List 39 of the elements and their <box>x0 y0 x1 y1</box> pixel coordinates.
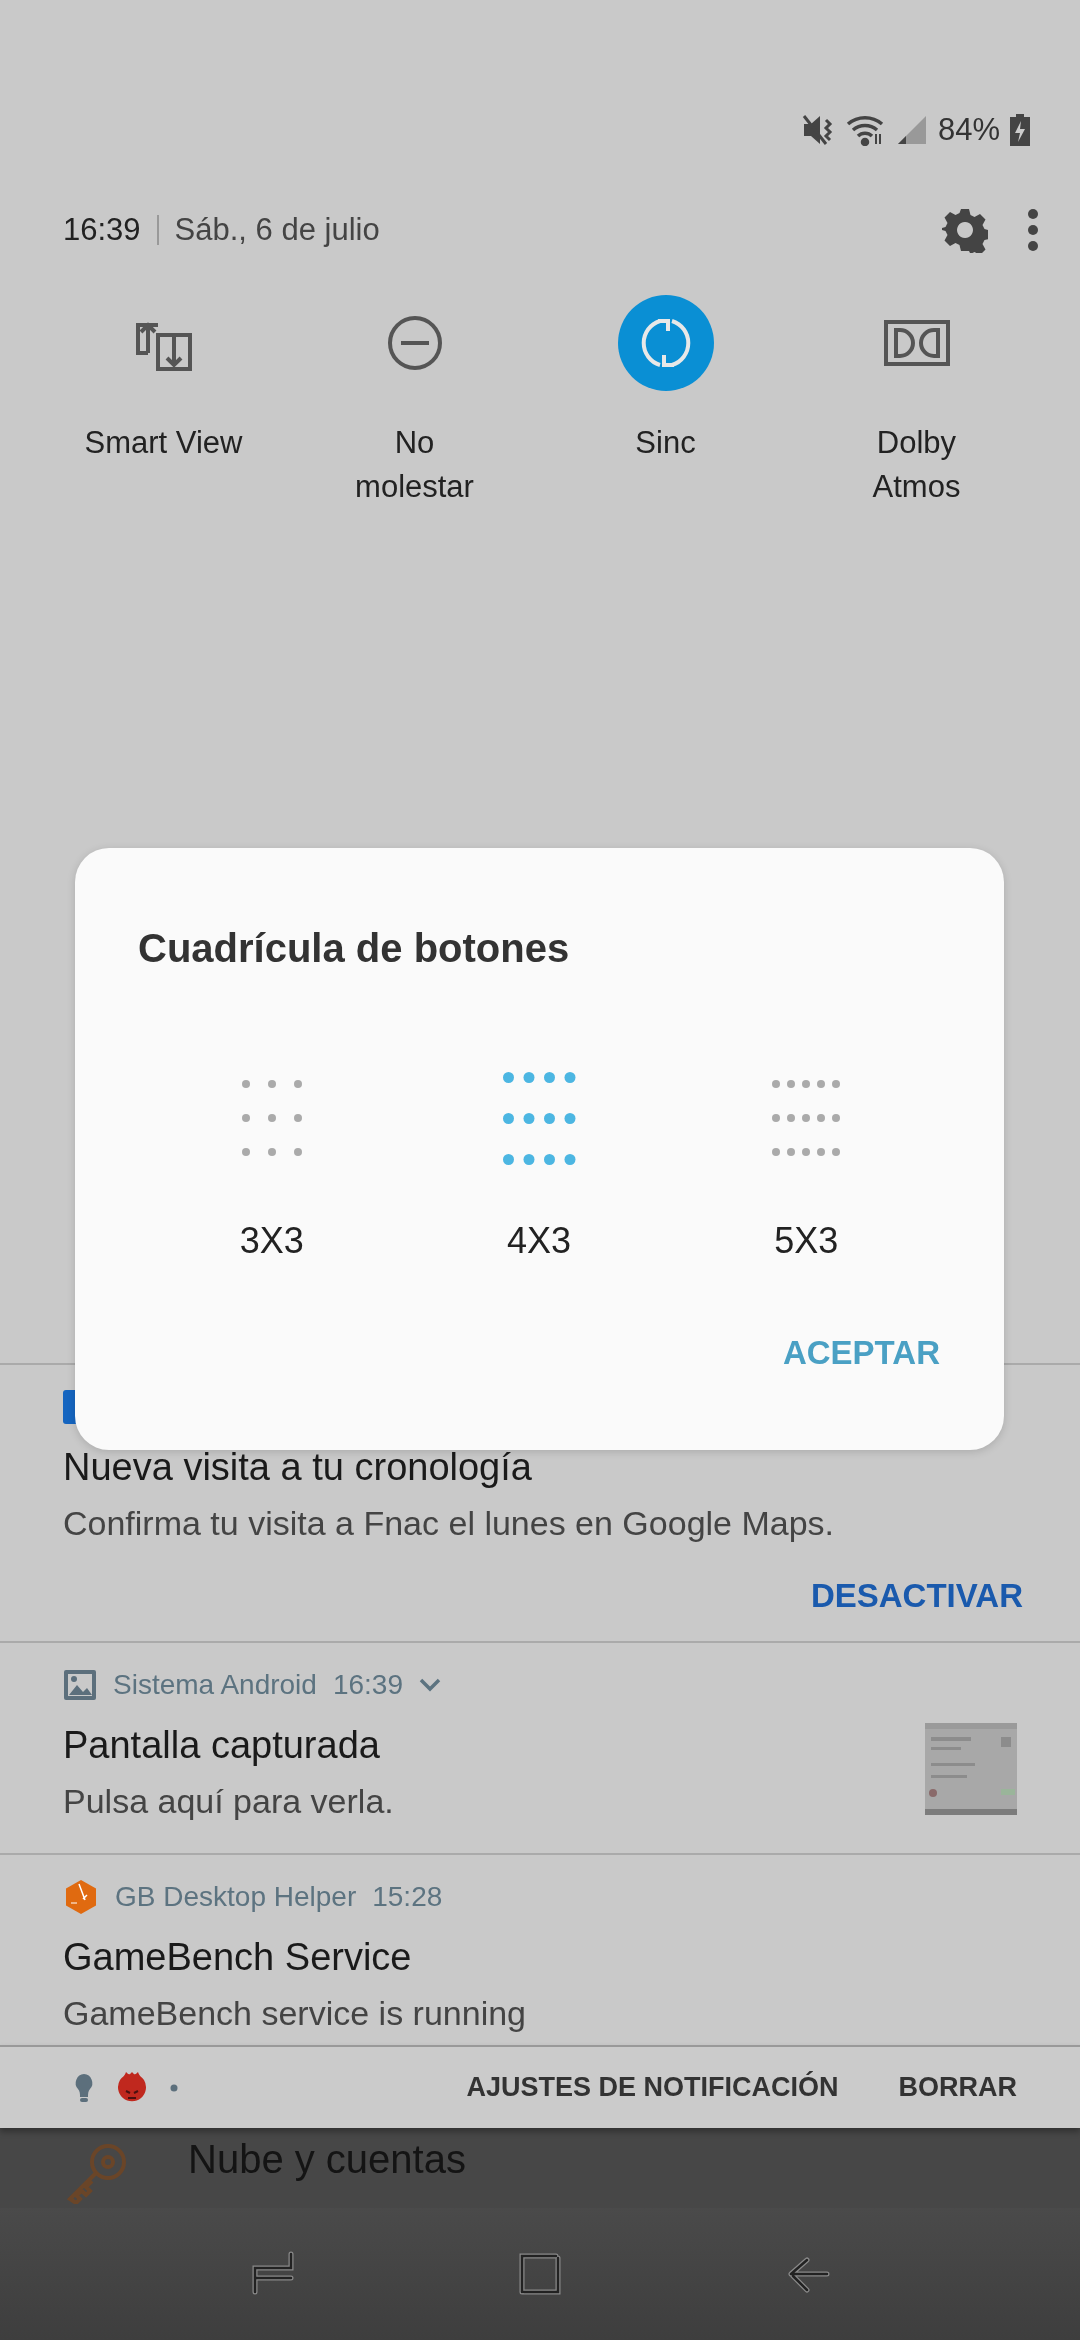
expand-chevron-icon[interactable] <box>418 1678 441 1692</box>
dolby-icon <box>883 318 950 368</box>
tile-label: Smart View <box>84 424 243 462</box>
notification-time: 15:28 <box>372 1881 443 1913</box>
grid-option[interactable]: 3X3 <box>138 1068 406 1262</box>
notification-title: Nueva visita a tu cronología <box>63 1445 532 1490</box>
more-options-icon[interactable] <box>1026 207 1040 253</box>
notification-time: 16:39 <box>332 1669 403 1701</box>
battery-charging-icon <box>1010 114 1030 146</box>
wifi-icon <box>845 114 886 146</box>
notification-text: Confirma tu visita a Fnac el lunes en Google Maps. <box>63 1503 835 1544</box>
battery-percentage: 84% <box>937 112 1000 148</box>
grid-option[interactable]: 5X3 <box>672 1068 940 1262</box>
date-label: Sáb., 6 de julio <box>174 212 381 248</box>
footer-action[interactable]: AJUSTES DE NOTIFICACIÓN <box>466 2072 839 2103</box>
app-name: Sistema Android <box>113 1669 317 1701</box>
dialog-title: Cuadrícula de botones <box>138 925 571 972</box>
image-icon <box>63 1668 97 1702</box>
notification-text: Pulsa aquí para verla. <box>63 1781 394 1822</box>
tile-label: Dolby Atmos <box>872 424 961 506</box>
app-icon <box>63 1879 99 1915</box>
grid-option[interactable]: 4X3 <box>405 1068 673 1262</box>
lightbulb-icon <box>74 2072 94 2103</box>
notification-title: GameBench Service <box>63 1935 412 1980</box>
quick-setting-tile[interactable]: Sinc <box>540 295 791 509</box>
notification-action[interactable]: DESACTIVAR <box>810 1577 1023 1615</box>
tile-label: Sinc <box>635 424 696 462</box>
footer-action[interactable]: BORRAR <box>898 2072 1017 2103</box>
quick-setting-tile[interactable]: Smart View <box>38 295 289 509</box>
notification-title: Pantalla capturada <box>63 1723 380 1768</box>
notification-text: GameBench service is running <box>63 1993 526 2034</box>
app-name: GB Desktop Helper <box>115 1881 357 1913</box>
tile-label: No molestar <box>355 424 474 506</box>
quick-setting-tile[interactable]: Dolby Atmos <box>791 295 1042 509</box>
settings-icon[interactable] <box>942 207 988 253</box>
dot-icon <box>170 2083 178 2092</box>
quick-setting-tile[interactable]: No molestar <box>289 295 540 509</box>
clock-time: 16:39 <box>63 212 141 248</box>
key-icon <box>66 2142 128 2204</box>
